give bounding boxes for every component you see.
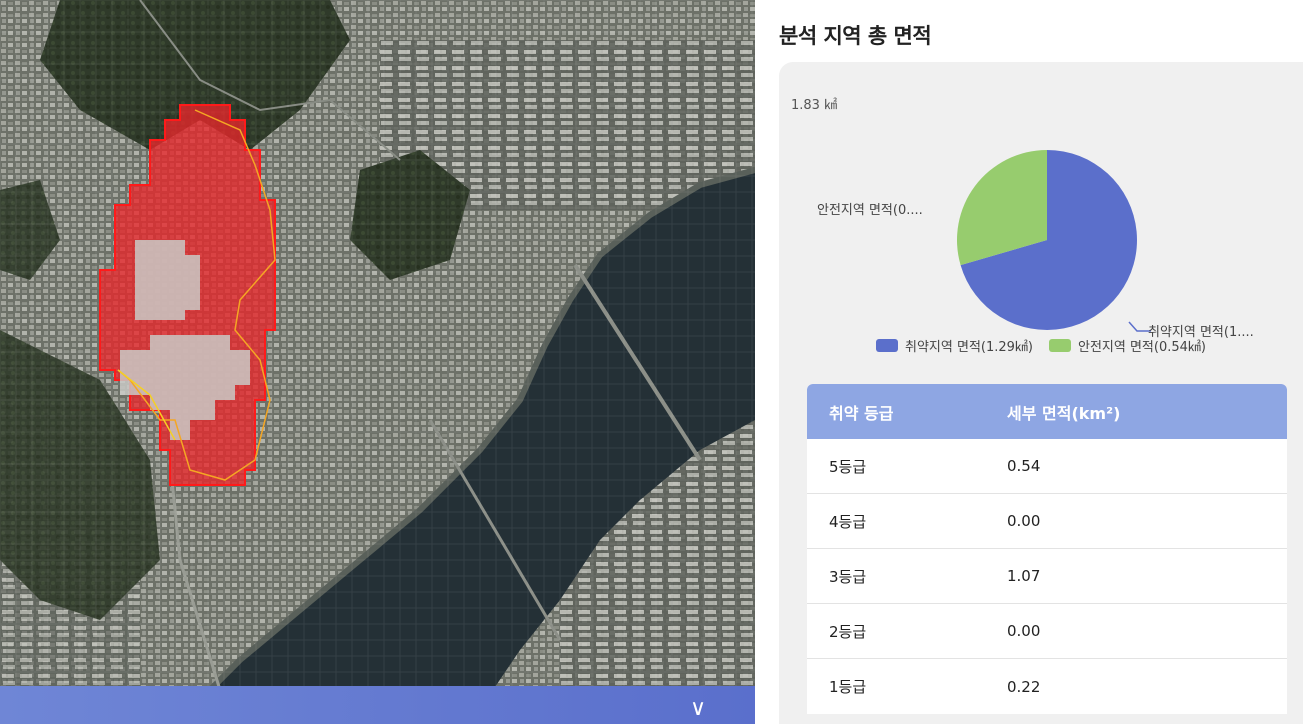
area-cell: 1.07 <box>1007 567 1041 585</box>
grade-cell: 2등급 <box>829 622 867 641</box>
table-row: 5등급 0.54 <box>807 439 1287 494</box>
analysis-panel: 분석 지역 총 면적 1.83 ㎢ 안전지역 면적(0.... 취약지역 면적(… <box>755 0 1303 724</box>
total-area-label: 1.83 ㎢ <box>791 98 838 113</box>
grade-area-table: 취약 등급 세부 면적(km²) 5등급 0.54 4등급 0.00 3등급 1.07 2등… <box>807 384 1287 714</box>
table-row: 2등급 0.00 <box>807 604 1287 659</box>
pie-legend: 취약지역 면적(1.29㎢) 안전지역 면적(0.54㎢) <box>779 334 1303 356</box>
grade-cell: 3등급 <box>829 567 867 586</box>
table-row: 3등급 1.07 <box>807 549 1287 604</box>
grade-cell: 5등급 <box>829 457 867 476</box>
table-row: 1등급 0.22 <box>807 659 1287 714</box>
legend-item-vulnerable[interactable]: 취약지역 면적(1.29㎢) <box>876 334 1033 356</box>
panel-title: 분석 지역 총 면적 <box>779 24 932 48</box>
area-cell: 0.22 <box>1007 677 1041 696</box>
table-row: 4등급 0.00 <box>807 494 1287 549</box>
legend-item-safe[interactable]: 안전지역 면적(0.54㎢) <box>1049 334 1206 356</box>
chevron-down-icon[interactable]: ∨ <box>683 694 713 724</box>
grade-cell: 4등급 <box>829 512 867 531</box>
map-bottom-bar[interactable]: ∨ <box>0 686 755 724</box>
satellite-map[interactable]: ∨ <box>0 0 755 724</box>
area-cell: 0.00 <box>1007 622 1041 640</box>
legend-swatch-safe <box>1049 338 1071 352</box>
grade-cell: 1등급 <box>829 678 867 696</box>
satellite-imagery <box>0 0 755 724</box>
table-header: 취약 등급 세부 면적(km²) <box>807 384 1287 439</box>
area-summary-card: 1.83 ㎢ 안전지역 면적(0.... 취약지역 면적(1.... 취약지역 … <box>779 62 1303 724</box>
table-header-area: 세부 면적(km²) <box>1007 403 1121 423</box>
pie-callout-safe: 안전지역 면적(0.... <box>817 203 923 218</box>
legend-label-safe: 안전지역 면적(0.54㎢) <box>1078 339 1206 355</box>
legend-swatch-vulnerable <box>876 338 899 352</box>
table-header-grade: 취약 등급 <box>829 403 894 423</box>
area-cell: 0.00 <box>1007 512 1041 530</box>
area-cell: 0.54 <box>1007 457 1041 475</box>
legend-label-vulnerable: 취약지역 면적(1.29㎢) <box>905 339 1033 355</box>
